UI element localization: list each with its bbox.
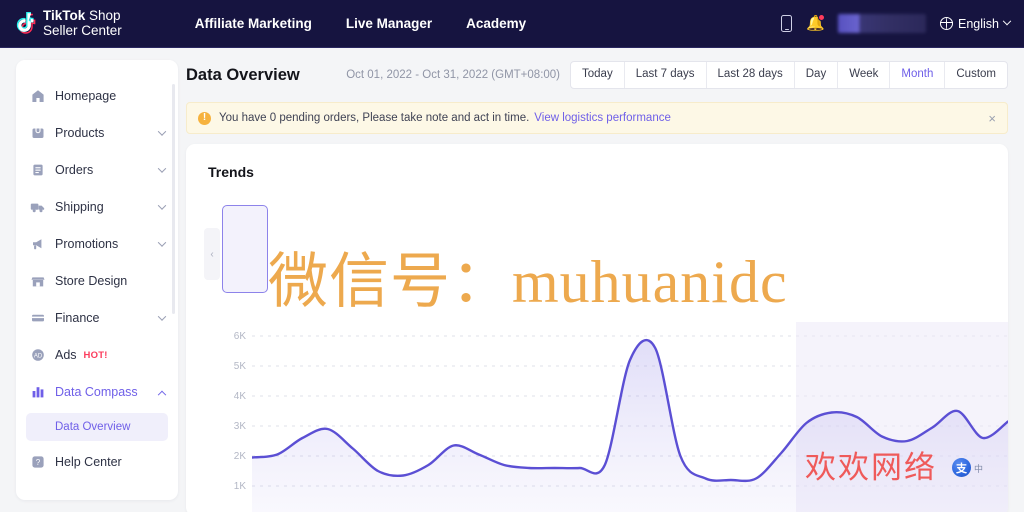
sidebar: Homepage Products Orders Shipping Promot… xyxy=(16,60,178,500)
sidebar-label-shipping: Shipping xyxy=(55,200,104,214)
notification-dot xyxy=(818,13,825,21)
close-icon[interactable]: × xyxy=(988,112,996,125)
range-week-button[interactable]: Week xyxy=(838,62,891,88)
brand-shop-word: Shop xyxy=(85,7,121,23)
page-header: Data Overview Oct 01, 2022 - Oct 31, 202… xyxy=(186,58,1008,92)
chevron-up-icon xyxy=(157,390,167,400)
chevron-down-icon xyxy=(157,312,167,321)
app-root: TikTok Shop Seller Center Affiliate Mark… xyxy=(0,0,1024,512)
nav-link-affiliate-marketing[interactable]: Affiliate Marketing xyxy=(178,10,329,37)
main-content: Data Overview Oct 01, 2022 - Oct 31, 202… xyxy=(186,58,1008,512)
sidebar-item-finance[interactable]: Finance xyxy=(16,300,178,336)
ads-hot-badge: HOT! xyxy=(83,349,108,361)
range-today-button[interactable]: Today xyxy=(571,62,625,88)
tiktok-note-icon xyxy=(14,11,36,36)
nav-link-academy[interactable]: Academy xyxy=(449,10,543,37)
help-icon: ? xyxy=(30,455,45,470)
sidebar-item-homepage[interactable]: Homepage xyxy=(16,78,178,114)
page-title: Data Overview xyxy=(186,65,300,84)
date-range-label: Oct 01, 2022 - Oct 31, 2022 (GMT+08:00) xyxy=(346,69,561,81)
sidebar-item-data-compass[interactable]: Data Compass xyxy=(16,374,178,410)
chart-svg xyxy=(252,322,1008,512)
sidebar-label-orders: Orders xyxy=(55,163,94,177)
y-tick-4k: 4K xyxy=(233,391,246,402)
sidebar-item-ads[interactable]: AD Ads HOT! xyxy=(16,337,178,373)
language-selector[interactable]: English xyxy=(939,16,1012,31)
sidebar-item-shipping[interactable]: Shipping xyxy=(16,189,178,225)
nav-link-live-manager[interactable]: Live Manager xyxy=(329,10,449,37)
chevron-down-icon xyxy=(157,201,167,210)
brand-tiktok-word: TikTok xyxy=(43,7,86,23)
sidebar-subitem-data-overview[interactable]: Data Overview xyxy=(26,413,168,441)
top-navigation-bar: TikTok Shop Seller Center Affiliate Mark… xyxy=(0,0,1024,48)
metrics-prev-arrow-button[interactable]: ‹ xyxy=(204,228,220,280)
alert-text: You have 0 pending orders, Please take n… xyxy=(219,112,530,124)
sidebar-label-products: Products xyxy=(55,126,105,140)
brand-seller-center: Seller Center xyxy=(43,22,122,38)
range-last-7-days-button[interactable]: Last 7 days xyxy=(625,62,707,88)
y-tick-6k: 6K xyxy=(233,331,246,342)
range-month-button[interactable]: Month xyxy=(890,62,946,88)
trends-title: Trends xyxy=(208,164,254,180)
bar-chart-icon xyxy=(30,385,45,400)
card-icon xyxy=(30,311,45,326)
home-icon xyxy=(30,89,45,104)
range-custom-button[interactable]: Custom xyxy=(945,62,1007,88)
sidebar-label-homepage: Homepage xyxy=(55,89,117,103)
storefront-icon xyxy=(30,274,45,289)
y-tick-2k: 2K xyxy=(233,451,246,462)
metric-cards-row: ‹ xyxy=(186,194,1008,293)
chevron-down-icon xyxy=(1002,16,1012,25)
sidebar-item-orders[interactable]: Orders xyxy=(16,152,178,188)
trends-chart: 6K 5K 4K 3K 2K 1K xyxy=(186,322,1008,512)
phone-icon[interactable] xyxy=(781,15,792,32)
notification-bell[interactable]: 🔔 xyxy=(806,13,825,33)
sidebar-item-products[interactable]: Products xyxy=(16,115,178,151)
chevron-down-icon xyxy=(157,164,167,173)
top-nav-links: Affiliate Marketing Live Manager Academy xyxy=(178,10,543,37)
y-tick-3k: 3K xyxy=(233,421,246,432)
chevron-down-icon xyxy=(157,127,167,136)
globe-icon xyxy=(939,16,953,30)
date-range-segmented-control: Today Last 7 days Last 28 days Day Week … xyxy=(570,61,1008,89)
sidebar-label-ads: Ads xyxy=(55,348,77,362)
pending-orders-alert: ! You have 0 pending orders, Please take… xyxy=(186,102,1008,134)
svg-text:AD: AD xyxy=(33,353,42,359)
y-tick-1k: 1K xyxy=(233,481,246,492)
brand-text: TikTok Shop Seller Center xyxy=(43,7,122,38)
clipboard-icon xyxy=(30,163,45,178)
sidebar-item-store-design[interactable]: Store Design xyxy=(16,263,178,299)
brand-logo[interactable]: TikTok Shop Seller Center xyxy=(14,7,122,38)
sidebar-label-help-center: Help Center xyxy=(55,455,122,469)
ads-icon: AD xyxy=(30,348,45,363)
sidebar-label-data-compass: Data Compass xyxy=(55,385,138,399)
y-tick-5k: 5K xyxy=(233,361,246,372)
metric-card-selected[interactable] xyxy=(222,205,268,293)
sidebar-label-store-design: Store Design xyxy=(55,274,128,288)
sidebar-label-finance: Finance xyxy=(55,311,100,325)
warning-icon: ! xyxy=(198,111,211,125)
sidebar-label-promotions: Promotions xyxy=(55,237,119,251)
language-label: English xyxy=(958,16,999,31)
sidebar-item-help-center[interactable]: ? Help Center xyxy=(16,444,178,480)
account-name-redacted xyxy=(838,14,926,33)
sidebar-sublabel-data-overview: Data Overview xyxy=(55,421,131,433)
box-icon xyxy=(30,126,45,141)
truck-icon xyxy=(30,200,45,215)
megaphone-icon xyxy=(30,237,45,252)
view-logistics-performance-link[interactable]: View logistics performance xyxy=(534,112,671,124)
trends-card: Trends ‹ 6K 5K 4K 3K 2K 1K xyxy=(186,144,1008,512)
account-area[interactable] xyxy=(838,14,926,33)
range-day-button[interactable]: Day xyxy=(795,62,839,88)
chart-y-axis-labels: 6K 5K 4K 3K 2K 1K xyxy=(220,322,246,512)
chevron-down-icon xyxy=(157,238,167,247)
chart-plot-area xyxy=(252,322,1008,512)
top-nav-right-tools: 🔔 English xyxy=(781,13,1012,33)
range-last-28-days-button[interactable]: Last 28 days xyxy=(707,62,795,88)
sidebar-item-promotions[interactable]: Promotions xyxy=(16,226,178,262)
svg-text:?: ? xyxy=(35,458,40,467)
